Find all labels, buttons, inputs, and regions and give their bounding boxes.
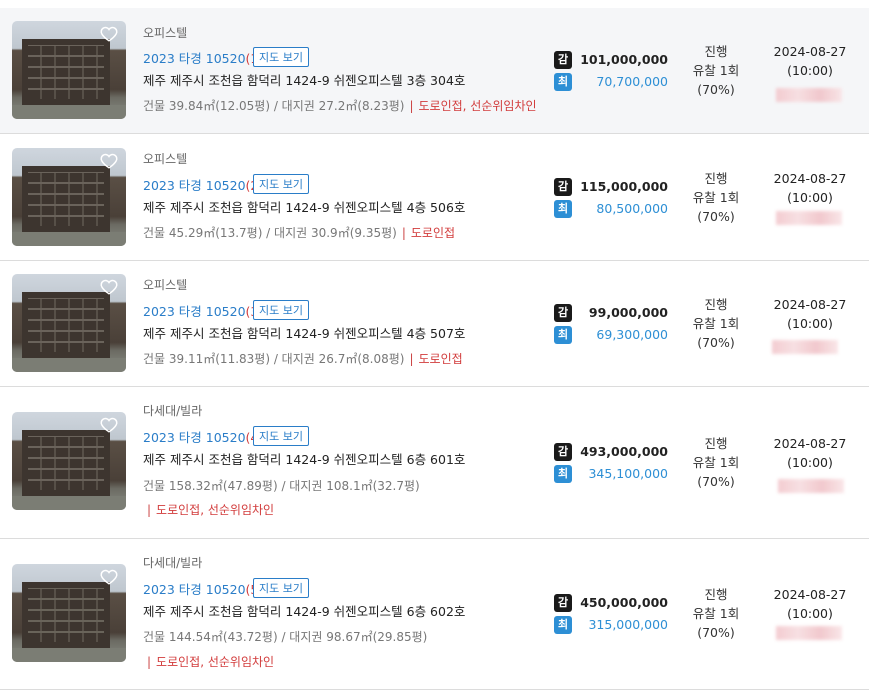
property-thumbnail[interactable] xyxy=(12,412,126,510)
redacted-text xyxy=(772,340,838,354)
min-price-badge: 최 xyxy=(554,465,572,483)
case-number-link[interactable]: 2023 타경 10520(4) xyxy=(143,427,263,446)
auction-status: 진행 유찰 1회 (70%) xyxy=(692,171,740,224)
property-address[interactable]: 제주 제주시 조천읍 함덕리 1424-9 쉬젠오피스텔 4층 507호 xyxy=(143,323,465,342)
property-thumbnail[interactable] xyxy=(12,148,126,246)
property-thumbnail[interactable] xyxy=(12,274,126,372)
property-area: 건물 144.54㎡(43.72평) / 대지권 98.67㎡(29.85평) xyxy=(143,630,428,644)
minimum-price: 345,100,000 xyxy=(588,466,668,481)
list-item[interactable]: 다세대/빌라 2023 타경 10520(4) 지도 보기 제주 제주시 조천읍… xyxy=(0,387,869,539)
property-address[interactable]: 제주 제주시 조천읍 함덕리 1424-9 쉬젠오피스텔 6층 602호 xyxy=(143,601,465,620)
map-view-button[interactable]: 지도 보기 xyxy=(253,47,309,67)
min-price-badge: 최 xyxy=(554,326,572,344)
list-item[interactable]: 오피스텔 2023 타경 10520(2) 지도 보기 제주 제주시 조천읍 함… xyxy=(0,134,869,261)
case-number-link[interactable]: 2023 타경 10520(5) xyxy=(143,579,263,598)
warning-tags: 도로인접, 선순위임차인 xyxy=(418,99,537,113)
auction-status: 진행 유찰 1회 (70%) xyxy=(692,44,740,97)
auction-status: 진행 유찰 1회 (70%) xyxy=(692,436,740,489)
auction-date: 2024-08-27 (10:00) xyxy=(773,436,847,470)
case-number-link[interactable]: 2023 타경 10520(1) xyxy=(143,48,263,67)
case-number-link[interactable]: 2023 타경 10520(3) xyxy=(143,301,263,320)
auction-date: 2024-08-27 (10:00) xyxy=(773,171,847,205)
minimum-price: 70,700,000 xyxy=(596,74,668,89)
map-view-button[interactable]: 지도 보기 xyxy=(253,300,309,320)
appraisal-badge: 감 xyxy=(554,594,572,612)
property-thumbnail[interactable] xyxy=(12,21,126,119)
map-view-button[interactable]: 지도 보기 xyxy=(253,174,309,194)
min-price-badge: 최 xyxy=(554,73,572,91)
warning-tags: | 도로인접, 선순위임차인 xyxy=(147,503,275,517)
auction-status: 진행 유찰 1회 (70%) xyxy=(692,587,740,640)
list-item[interactable]: 오피스텔 2023 타경 10520(1) 지도 보기 제주 제주시 조천읍 함… xyxy=(0,8,869,134)
appraisal-price: 493,000,000 xyxy=(580,444,668,459)
redacted-text xyxy=(776,211,842,225)
min-price-badge: 최 xyxy=(554,616,572,634)
auction-list: 오피스텔 2023 타경 10520(1) 지도 보기 제주 제주시 조천읍 함… xyxy=(0,0,869,697)
auction-date: 2024-08-27 (10:00) xyxy=(773,587,847,621)
property-category: 오피스텔 xyxy=(143,26,188,40)
heart-icon[interactable] xyxy=(100,278,118,296)
heart-icon[interactable] xyxy=(100,416,118,434)
auction-date: 2024-08-27 (10:00) xyxy=(773,297,847,331)
map-view-button[interactable]: 지도 보기 xyxy=(253,578,309,598)
property-area: 건물 158.32㎡(47.89평) / 대지권 108.1㎡(32.7평) xyxy=(143,479,420,493)
property-area: 건물 39.11㎡(11.83평) / 대지권 26.7㎡(8.08평) | 도로인… xyxy=(143,352,463,366)
property-area: 건물 45.29㎡(13.7평) / 대지권 30.9㎡(9.35평) | 도로인접 xyxy=(143,226,456,240)
minimum-price: 80,500,000 xyxy=(596,201,668,216)
auction-status: 진행 유찰 1회 (70%) xyxy=(692,297,740,350)
list-item[interactable]: 오피스텔 2023 타경 10520(3) 지도 보기 제주 제주시 조천읍 함… xyxy=(0,261,869,387)
property-category: 다세대/빌라 xyxy=(143,556,203,570)
property-category: 다세대/빌라 xyxy=(143,404,203,418)
property-address[interactable]: 제주 제주시 조천읍 함덕리 1424-9 쉬젠오피스텔 6층 601호 xyxy=(143,449,465,468)
case-number-link[interactable]: 2023 타경 10520(2) xyxy=(143,175,263,194)
appraisal-badge: 감 xyxy=(554,304,572,322)
minimum-price: 315,000,000 xyxy=(588,617,668,632)
heart-icon[interactable] xyxy=(100,152,118,170)
appraisal-price: 99,000,000 xyxy=(588,305,668,320)
redacted-text xyxy=(778,479,844,493)
warning-tags: 도로인접 xyxy=(410,226,456,240)
auction-date: 2024-08-27 (10:00) xyxy=(773,44,847,78)
appraisal-price: 101,000,000 xyxy=(580,52,668,67)
property-category: 오피스텔 xyxy=(143,278,188,292)
property-category: 오피스텔 xyxy=(143,152,188,166)
appraisal-badge: 감 xyxy=(554,51,572,69)
list-item[interactable]: 다세대/빌라 2023 타경 10520(5) 지도 보기 제주 제주시 조천읍… xyxy=(0,539,869,690)
minimum-price: 69,300,000 xyxy=(596,327,668,342)
map-view-button[interactable]: 지도 보기 xyxy=(253,426,309,446)
heart-icon[interactable] xyxy=(100,568,118,586)
appraisal-price: 450,000,000 xyxy=(580,595,668,610)
warning-tags: | 도로인접, 선순위임차인 xyxy=(147,655,275,669)
property-address[interactable]: 제주 제주시 조천읍 함덕리 1424-9 쉬젠오피스텔 3층 304호 xyxy=(143,70,465,89)
warning-tags: 도로인접 xyxy=(418,352,463,366)
redacted-text xyxy=(776,88,842,102)
appraisal-badge: 감 xyxy=(554,443,572,461)
property-area: 건물 39.84㎡(12.05평) / 대지권 27.2㎡(8.23평) | 도로인… xyxy=(143,99,537,113)
property-address[interactable]: 제주 제주시 조천읍 함덕리 1424-9 쉬젠오피스텔 4층 506호 xyxy=(143,197,465,216)
heart-icon[interactable] xyxy=(100,25,118,43)
appraisal-badge: 감 xyxy=(554,178,572,196)
min-price-badge: 최 xyxy=(554,200,572,218)
redacted-text xyxy=(776,626,842,640)
appraisal-price: 115,000,000 xyxy=(580,179,668,194)
property-thumbnail[interactable] xyxy=(12,564,126,662)
